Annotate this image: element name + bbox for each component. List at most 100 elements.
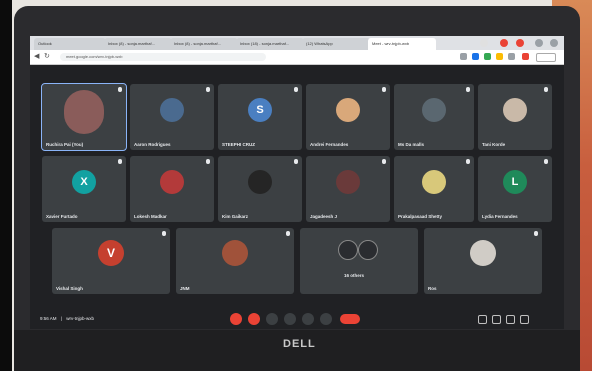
participant-tile[interactable]: Tani Korde	[478, 84, 552, 150]
add-tab-icon[interactable]	[480, 39, 488, 47]
participant-name: Aaron Rodrigues	[134, 142, 171, 147]
mic-off-icon	[466, 87, 470, 92]
meeting-meta: 9:56 AM | wrv-tnjpb-wxb	[40, 316, 94, 321]
profile-button[interactable]	[536, 53, 556, 62]
participant-name: Kim Gaikarz	[222, 214, 249, 219]
participant-name: STEEPHI CRUZ	[222, 142, 256, 147]
participant-tile[interactable]: Prakalpasaad Shetty	[394, 156, 474, 222]
participant-tile[interactable]: Aaron Rodrigues	[130, 84, 214, 150]
mic-off-icon	[382, 159, 386, 164]
browser-tab-strip: Outlook Inbox (8) - sonja.marthaf... Inb…	[30, 36, 564, 50]
avatar	[222, 240, 248, 266]
laptop-bezel	[14, 330, 580, 371]
info-icon[interactable]	[478, 315, 487, 324]
people-icon[interactable]	[492, 315, 501, 324]
extension-icon[interactable]	[484, 53, 491, 60]
avatar	[503, 98, 527, 122]
extension-icon[interactable]	[472, 53, 479, 60]
browser-tab[interactable]: (12) WhatsApp	[302, 38, 370, 50]
mic-off-icon	[382, 87, 386, 92]
participant-tile[interactable]: Ros	[424, 228, 542, 294]
avatar: V	[98, 240, 124, 266]
participant-name: Vishal Singh	[56, 286, 83, 291]
avatar: L	[503, 170, 527, 194]
participant-name: JNM	[180, 286, 190, 291]
mic-off-icon	[206, 87, 210, 92]
browser-tab[interactable]: Outlook	[34, 38, 106, 50]
browser-tab[interactable]: Inbox (8) - sonja.marthaf...	[104, 38, 172, 50]
participant-tile[interactable]: Jagadeesh J	[306, 156, 390, 222]
participant-tile[interactable]: Andrei Fernandes	[306, 84, 390, 150]
avatar	[336, 98, 360, 122]
participant-tile[interactable]: Lokesh Madkar	[130, 156, 214, 222]
avatar	[338, 240, 358, 260]
close-icon[interactable]	[550, 39, 558, 47]
raise-hand-button[interactable]	[284, 313, 296, 325]
avatar	[358, 240, 378, 260]
extension-icon[interactable]	[522, 53, 529, 60]
mic-off-icon	[162, 231, 166, 236]
avatar	[422, 170, 446, 194]
participant-name: Xavier Furtado	[46, 214, 78, 219]
end-call-button[interactable]	[340, 314, 360, 324]
participant-name: Ms Da malls	[398, 142, 425, 147]
participant-tile[interactable]: Kim Gaikarz	[218, 156, 302, 222]
record-icon	[516, 39, 524, 47]
participant-tile[interactable]: X Xavier Furtado	[42, 156, 126, 222]
camera-off-button[interactable]	[248, 313, 260, 325]
extension-icon[interactable]	[460, 53, 467, 60]
meeting-code: wrv-tnjpb-wxb	[66, 316, 94, 321]
participant-tile-others[interactable]: 16 others	[300, 228, 418, 294]
mic-off-icon	[544, 159, 548, 164]
meeting-time: 9:56 AM	[40, 316, 57, 321]
record-icon	[500, 39, 508, 47]
mic-icon	[118, 87, 122, 92]
activities-icon[interactable]	[520, 315, 529, 324]
laptop-screen: Outlook Inbox (8) - sonja.marthaf... Inb…	[30, 36, 564, 329]
avatar	[248, 170, 272, 194]
url-field[interactable]: meet.google.com/wrv-tnjpb-wxb	[60, 53, 266, 61]
laptop-brand-logo: DELL	[283, 338, 316, 350]
participant-tile[interactable]: JNM	[176, 228, 294, 294]
chat-icon[interactable]	[506, 315, 515, 324]
avatar	[336, 170, 360, 194]
participant-name: Lokesh Madkar	[134, 214, 167, 219]
mic-off-icon	[534, 231, 538, 236]
participant-tile[interactable]: S STEEPHI CRUZ	[218, 84, 302, 150]
participant-tile[interactable]: Ruchira Pai (You)	[41, 83, 127, 151]
browser-tab[interactable]: Inbox (8) - sonja.marthaf...	[170, 38, 238, 50]
participant-name: Tani Korde	[482, 142, 506, 147]
background-left	[0, 0, 12, 371]
participant-video	[64, 90, 104, 134]
participant-name: Andrei Fernandes	[310, 142, 349, 147]
avatar	[422, 98, 446, 122]
participant-tile[interactable]: Ms Da malls	[394, 84, 474, 150]
avatar	[160, 98, 184, 122]
reload-icon[interactable]: ↻	[44, 52, 50, 60]
mic-off-icon	[544, 87, 548, 92]
mic-off-button[interactable]	[230, 313, 242, 325]
others-count: 16 others	[344, 273, 365, 278]
extension-icon[interactable]	[508, 53, 515, 60]
participant-name: Ruchira Pai (You)	[46, 142, 84, 147]
participant-tile[interactable]: V Vishal Singh	[52, 228, 170, 294]
browser-tab-active[interactable]: Meet - wrv-tnjpb-wxb	[368, 38, 436, 50]
meet-control-bar: 9:56 AM | wrv-tnjpb-wxb	[30, 309, 564, 329]
captions-button[interactable]	[266, 313, 278, 325]
avatar: S	[248, 98, 272, 122]
address-bar: ◀ ↻ meet.google.com/wrv-tnjpb-wxb	[30, 50, 564, 65]
mic-off-icon	[466, 159, 470, 164]
more-options-button[interactable]	[320, 313, 332, 325]
participant-name: Jagadeesh J	[310, 214, 338, 219]
avatar	[470, 240, 496, 266]
extension-icon[interactable]	[496, 53, 503, 60]
participant-tile[interactable]: L Lydia Fernandes	[478, 156, 552, 222]
participant-name: Prakalpasaad Shetty	[398, 214, 443, 219]
separator: |	[60, 316, 62, 321]
back-icon[interactable]: ◀	[34, 52, 39, 60]
minimize-icon[interactable]	[535, 39, 543, 47]
mic-off-icon	[294, 87, 298, 92]
present-button[interactable]	[302, 313, 314, 325]
mic-off-icon	[286, 231, 290, 236]
browser-tab[interactable]: Inbox (18) - sonja.marthaf...	[236, 38, 304, 50]
